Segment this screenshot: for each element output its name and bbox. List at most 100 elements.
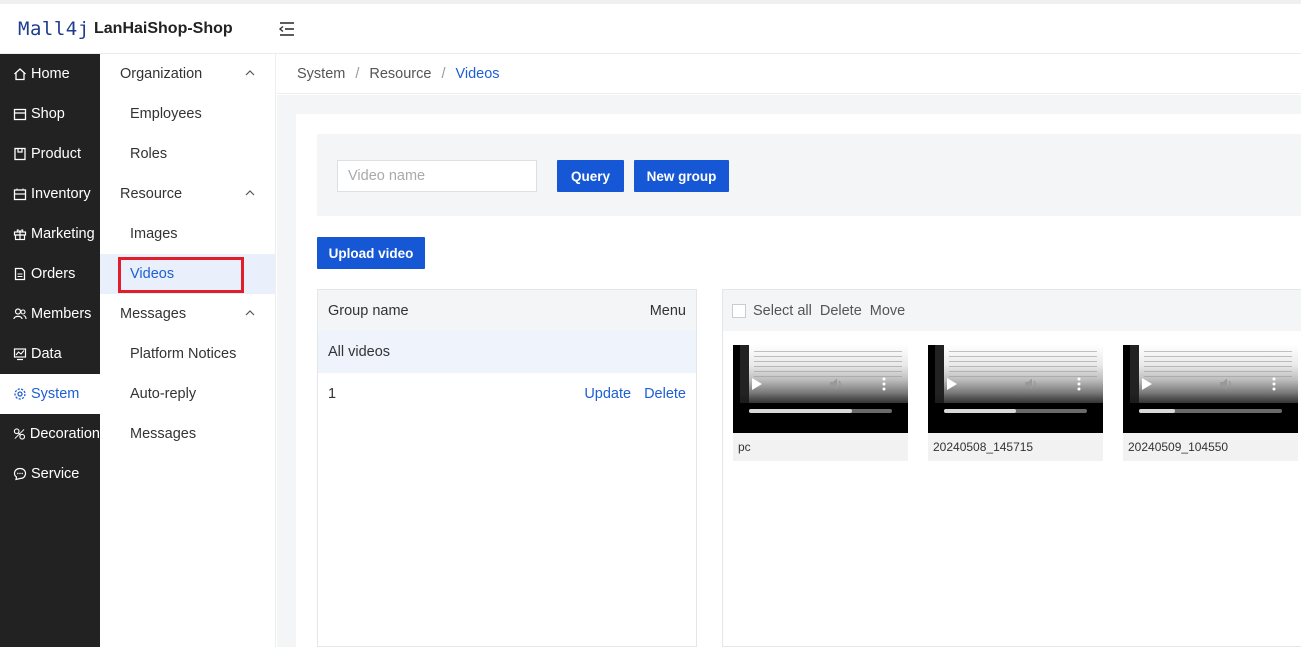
collapse-menu-icon[interactable] <box>278 20 296 38</box>
video-progress-bar[interactable] <box>1139 409 1282 413</box>
video-name-input[interactable] <box>337 160 537 192</box>
more-options-icon[interactable] <box>1077 377 1081 391</box>
submenu-resource[interactable]: Resource <box>100 174 275 214</box>
play-icon[interactable] <box>947 378 957 390</box>
video-player[interactable] <box>928 345 1103 433</box>
nav-data[interactable]: Data <box>0 334 100 374</box>
select-all-checkbox[interactable] <box>732 303 746 318</box>
nav-members[interactable]: Members <box>0 294 100 334</box>
group-name-header: Group name <box>328 302 409 319</box>
shop-name: LanHaiShop-Shop <box>94 20 233 37</box>
play-icon[interactable] <box>752 378 762 390</box>
nav-label: Decoration <box>29 426 100 442</box>
chevron-up-icon <box>245 70 255 76</box>
breadcrumb: System / Resource / Videos <box>277 54 1301 94</box>
delete-videos-button[interactable]: Delete <box>820 303 862 319</box>
video-progress-bar[interactable] <box>944 409 1087 413</box>
shop-icon <box>13 108 27 121</box>
nav-label: Home <box>31 66 70 82</box>
nav-home[interactable]: Home <box>0 54 100 94</box>
delete-group-link[interactable]: Delete <box>644 386 686 402</box>
video-name: pc <box>733 433 908 461</box>
breadcrumb-current: Videos <box>455 65 500 82</box>
breadcrumb-separator: / <box>441 65 446 82</box>
more-options-icon[interactable] <box>882 377 886 391</box>
group-panel: Group name Menu All videos 1 Update Dele… <box>317 289 697 647</box>
video-card[interactable]: 20240509_104550 <box>1123 345 1298 461</box>
upload-video-button[interactable]: Upload video <box>317 237 425 269</box>
query-button[interactable]: Query <box>557 160 624 192</box>
chevron-up-icon <box>245 190 255 196</box>
group-actions: Update Delete <box>584 386 686 402</box>
submenu-item-roles[interactable]: Roles <box>100 134 275 174</box>
nav-system[interactable]: System <box>0 374 100 414</box>
submenu-label: Organization <box>120 66 203 82</box>
nav-label: System <box>31 386 80 402</box>
video-player[interactable] <box>733 345 908 433</box>
breadcrumb-separator: / <box>355 65 360 82</box>
breadcrumb-item[interactable]: Resource <box>369 66 431 82</box>
submenu-item-messages[interactable]: Messages <box>100 414 275 454</box>
volume-icon[interactable] <box>1023 376 1039 392</box>
group-row-all[interactable]: All videos <box>318 331 696 373</box>
nav-shop[interactable]: Shop <box>0 94 100 134</box>
nav-inventory[interactable]: Inventory <box>0 174 100 214</box>
video-progress-bar[interactable] <box>749 409 892 413</box>
nav-label: Orders <box>31 266 76 282</box>
submenu-item-auto-reply[interactable]: Auto-reply <box>100 374 275 414</box>
update-group-link[interactable]: Update <box>584 386 631 402</box>
submenu-item-employees[interactable]: Employees <box>100 94 275 134</box>
nav-decoration[interactable]: Decoration <box>0 414 100 454</box>
brand-logo: Mall4j <box>18 18 90 40</box>
play-icon[interactable] <box>1142 378 1152 390</box>
nav-orders[interactable]: Orders <box>0 254 100 294</box>
nav-label: Service <box>31 466 80 482</box>
submenu-item-platform-notices[interactable]: Platform Notices <box>100 334 275 374</box>
video-player[interactable] <box>1123 345 1298 433</box>
data-icon <box>13 348 27 361</box>
nav-label: Product <box>31 146 81 162</box>
submenu-label: Resource <box>120 186 183 202</box>
move-videos-button[interactable]: Move <box>870 303 905 319</box>
nav-service[interactable]: Service <box>0 454 100 494</box>
breadcrumb-item[interactable]: System <box>297 66 345 82</box>
submenu-messages[interactable]: Messages <box>100 294 275 334</box>
nav-label: Inventory <box>31 186 91 202</box>
nav-label: Data <box>31 346 62 362</box>
product-icon <box>14 147 26 161</box>
members-icon <box>13 308 27 320</box>
menu-header: Menu <box>649 302 686 319</box>
chevron-up-icon <box>245 310 255 316</box>
orders-icon <box>14 267 26 281</box>
nav-label: Members <box>31 306 92 322</box>
group-name: All videos <box>328 344 391 360</box>
progress-fill <box>1139 409 1175 413</box>
video-panel: Select all Delete Move pc 20240508_14571… <box>722 289 1301 647</box>
sub-sidebar: Organization Employees Roles Resource Im… <box>100 54 276 647</box>
group-name: 1 <box>328 386 337 402</box>
gift-icon <box>13 229 27 241</box>
chat-icon <box>13 467 27 481</box>
video-card[interactable]: 20240508_145715 <box>928 345 1103 461</box>
submenu-organization[interactable]: Organization <box>100 54 275 94</box>
top-header: Mall4j LanHaiShop-Shop <box>0 0 1301 54</box>
video-card[interactable]: pc <box>733 345 908 461</box>
new-group-button[interactable]: New group <box>634 160 729 192</box>
submenu-item-videos[interactable]: Videos <box>100 254 275 294</box>
volume-icon[interactable] <box>1218 376 1234 392</box>
progress-fill <box>749 409 852 413</box>
video-toolbar: Select all Delete Move <box>723 290 1301 331</box>
video-name: 20240508_145715 <box>928 433 1103 461</box>
submenu-item-images[interactable]: Images <box>100 214 275 254</box>
inventory-icon <box>13 188 27 201</box>
submenu-label: Messages <box>120 306 187 322</box>
group-panel-header: Group name Menu <box>318 290 696 331</box>
group-row[interactable]: 1 Update Delete <box>318 373 696 415</box>
decoration-icon <box>13 428 26 440</box>
volume-icon[interactable] <box>828 376 844 392</box>
select-all-label[interactable]: Select all <box>753 303 812 319</box>
main-sidebar: Home Shop Product Inventory Marketing Or… <box>0 54 100 647</box>
nav-marketing[interactable]: Marketing <box>0 214 100 254</box>
nav-product[interactable]: Product <box>0 134 100 174</box>
more-options-icon[interactable] <box>1272 377 1276 391</box>
